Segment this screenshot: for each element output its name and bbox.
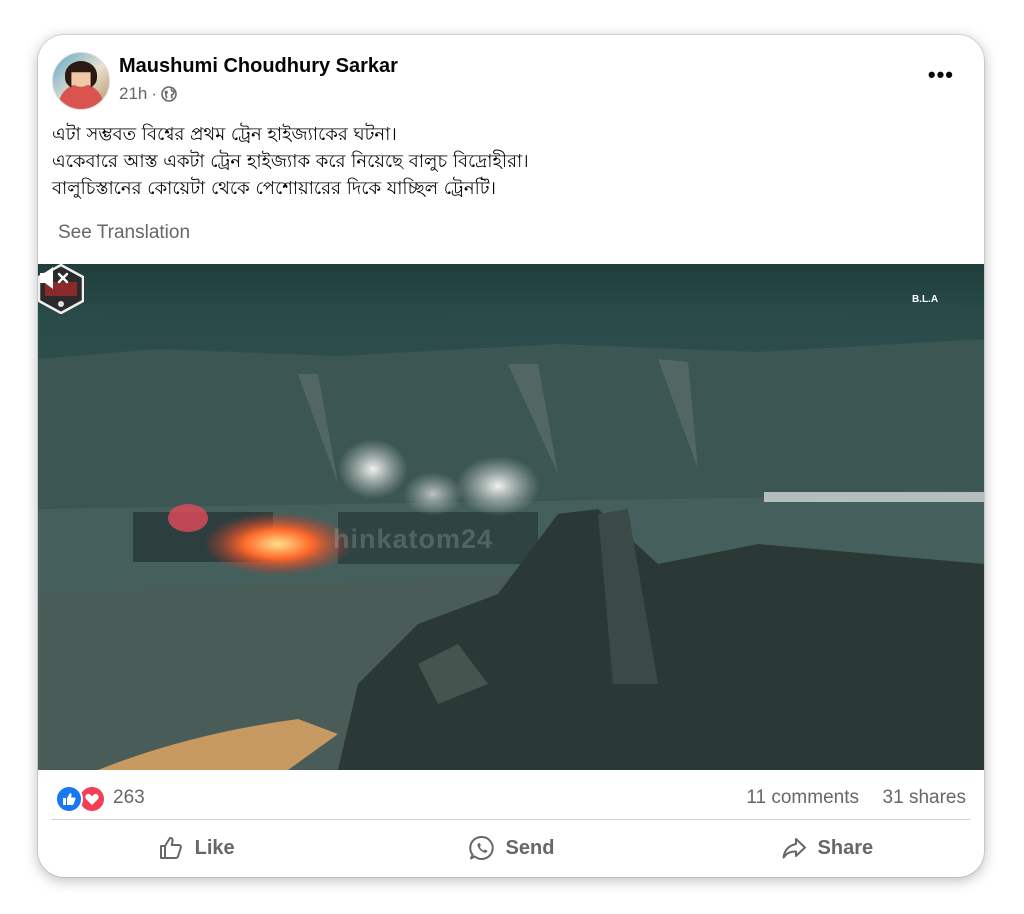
video-watermark: hinkatom24 [333,524,494,554]
share-arrow-icon [782,838,806,859]
send-label: Send [505,836,555,859]
comments-count[interactable]: 11 comments [746,787,859,809]
bla-logo-text: B.L.A [911,294,939,305]
post-text-line: এটা সম্ভবত বিশ্বের প্রথম ট্রেন হাইজ্যাকে… [52,124,397,145]
action-bar: Like Send Share [38,830,984,866]
video-frame [38,309,984,770]
post-header: Maushumi Choudhury Sarkar 21h · ••• [38,35,984,125]
whatsapp-icon [468,835,494,860]
meta-separator: · [151,84,158,103]
like-button[interactable]: Like [38,830,353,866]
post-text-line: একেবারে আস্ত একটা ট্রেন হাইজ্যাক করে নিয… [52,151,529,172]
post-card: Maushumi Choudhury Sarkar 21h · ••• এটা … [38,35,984,877]
shares-count[interactable]: 31 shares [883,787,966,809]
reaction-count[interactable]: 263 [113,787,145,809]
video-player[interactable]: hinkatom24 B.L.A [38,264,984,770]
send-button[interactable]: Send [353,830,668,866]
share-button[interactable]: Share [669,830,984,866]
post-time[interactable]: 21h [119,84,147,104]
post-meta: 21h · [119,84,177,104]
more-options-icon[interactable]: ••• [928,64,954,86]
thumbs-up-icon [159,836,182,859]
author-name[interactable]: Maushumi Choudhury Sarkar [119,55,398,78]
post-text: এটা সম্ভবত বিশ্বের প্রথম ট্রেন হাইজ্যাকে… [52,121,952,202]
share-label: Share [817,836,874,859]
post-text-line: বালুচিস্তানের কোয়েটা থেকে পেশোয়ারের দি… [52,178,496,199]
avatar[interactable] [52,52,110,110]
muted-speaker-icon[interactable] [38,264,70,292]
divider [52,819,970,820]
like-label: Like [194,836,235,859]
see-translation-link[interactable]: See Translation [58,222,190,244]
globe-icon[interactable] [161,86,177,102]
reactions-bar: 263 11 comments 31 shares [38,783,984,813]
like-reaction-icon[interactable] [55,785,83,813]
